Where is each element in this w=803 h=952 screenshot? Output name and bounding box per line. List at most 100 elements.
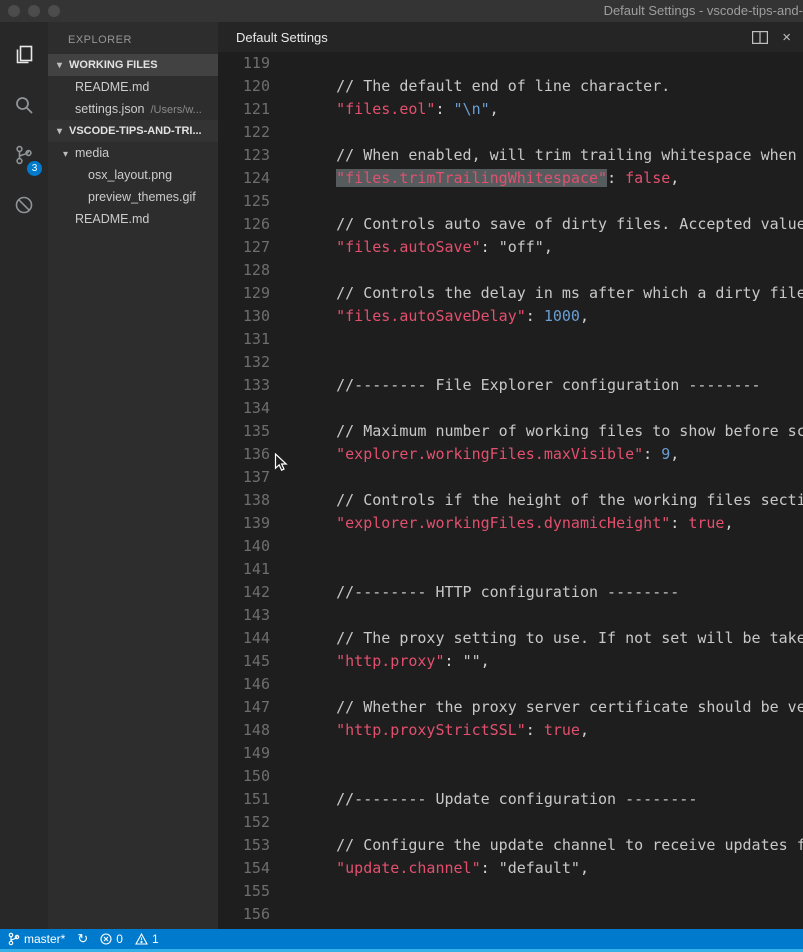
minimize-window-button[interactable]: [28, 5, 40, 17]
code-line[interactable]: 122: [218, 121, 803, 144]
line-number[interactable]: 153: [218, 834, 270, 857]
code-line[interactable]: 132: [218, 351, 803, 374]
tree-item-settings.json[interactable]: settings.json/Users/w...: [48, 98, 218, 120]
line-number[interactable]: 128: [218, 259, 270, 282]
code-line[interactable]: 138 // Controls if the height of the wor…: [218, 489, 803, 512]
code-line[interactable]: 155: [218, 880, 803, 903]
code-line[interactable]: 128: [218, 259, 803, 282]
editor-tab-label[interactable]: Default Settings: [236, 30, 328, 45]
line-number[interactable]: 137: [218, 466, 270, 489]
code-line[interactable]: 125: [218, 190, 803, 213]
line-number[interactable]: 148: [218, 719, 270, 742]
code-line[interactable]: 141: [218, 558, 803, 581]
code-line[interactable]: 133 //-------- File Explorer configurati…: [218, 374, 803, 397]
code-line[interactable]: 146: [218, 673, 803, 696]
code-line[interactable]: 137: [218, 466, 803, 489]
code-line[interactable]: 156: [218, 903, 803, 926]
line-number[interactable]: 145: [218, 650, 270, 673]
folder-section-header[interactable]: ▾ VSCODE-TIPS-AND-TRI...: [48, 120, 218, 142]
code-line[interactable]: 121 "files.eol": "\n",: [218, 98, 803, 121]
code-line[interactable]: 123 // When enabled, will trim trailing …: [218, 144, 803, 167]
sync-button[interactable]: ↻: [77, 931, 88, 947]
code-line[interactable]: 150: [218, 765, 803, 788]
code-line[interactable]: 147 // Whether the proxy server certific…: [218, 696, 803, 719]
explorer-activity-button[interactable]: [0, 32, 48, 82]
line-number[interactable]: 123: [218, 144, 270, 167]
explorer-sidebar: EXPLORER ▾ WORKING FILES README.mdsettin…: [48, 22, 218, 929]
code-line[interactable]: 144 // The proxy setting to use. If not …: [218, 627, 803, 650]
line-number[interactable]: 156: [218, 903, 270, 926]
line-number[interactable]: 152: [218, 811, 270, 834]
error-status[interactable]: 0: [100, 932, 123, 946]
line-number[interactable]: 150: [218, 765, 270, 788]
code-line[interactable]: 143: [218, 604, 803, 627]
code-line[interactable]: 124 "files.trimTrailingWhitespace": fals…: [218, 167, 803, 190]
line-number[interactable]: 142: [218, 581, 270, 604]
line-number[interactable]: 144: [218, 627, 270, 650]
line-number[interactable]: 141: [218, 558, 270, 581]
search-activity-button[interactable]: [0, 82, 48, 132]
line-number[interactable]: 124: [218, 167, 270, 190]
line-number[interactable]: 132: [218, 351, 270, 374]
line-number[interactable]: 135: [218, 420, 270, 443]
warning-status[interactable]: 1: [135, 932, 159, 946]
tree-item-README.md[interactable]: README.md: [48, 208, 218, 230]
code-line[interactable]: 136 "explorer.workingFiles.maxVisible": …: [218, 443, 803, 466]
line-number[interactable]: 151: [218, 788, 270, 811]
line-number[interactable]: 149: [218, 742, 270, 765]
line-number[interactable]: 134: [218, 397, 270, 420]
zoom-window-button[interactable]: [48, 5, 60, 17]
code-line[interactable]: 119: [218, 52, 803, 75]
line-number[interactable]: 125: [218, 190, 270, 213]
line-number[interactable]: 127: [218, 236, 270, 259]
line-number[interactable]: 126: [218, 213, 270, 236]
code-area[interactable]: 119120 // The default end of line charac…: [218, 52, 803, 929]
line-number[interactable]: 155: [218, 880, 270, 903]
line-number[interactable]: 119: [218, 52, 270, 75]
code-line[interactable]: 152: [218, 811, 803, 834]
git-activity-button[interactable]: 3: [0, 132, 48, 182]
code-line[interactable]: 120 // The default end of line character…: [218, 75, 803, 98]
code-line[interactable]: 153 // Configure the update channel to r…: [218, 834, 803, 857]
line-number[interactable]: 131: [218, 328, 270, 351]
code-line[interactable]: 142 //-------- HTTP configuration ------…: [218, 581, 803, 604]
code-line[interactable]: 127 "files.autoSave": "off",: [218, 236, 803, 259]
tree-item-preview_themes.gif[interactable]: preview_themes.gif: [48, 186, 218, 208]
code-line[interactable]: 149: [218, 742, 803, 765]
line-number[interactable]: 138: [218, 489, 270, 512]
code-line[interactable]: 154 "update.channel": "default",: [218, 857, 803, 880]
line-number[interactable]: 133: [218, 374, 270, 397]
code-line[interactable]: 151 //-------- Update configuration ----…: [218, 788, 803, 811]
line-number[interactable]: 130: [218, 305, 270, 328]
code-line[interactable]: 135 // Maximum number of working files t…: [218, 420, 803, 443]
tree-folder-media[interactable]: ▾media: [48, 142, 218, 164]
line-number[interactable]: 122: [218, 121, 270, 144]
code-line[interactable]: 140: [218, 535, 803, 558]
code-line[interactable]: 126 // Controls auto save of dirty files…: [218, 213, 803, 236]
code-line[interactable]: 130 "files.autoSaveDelay": 1000,: [218, 305, 803, 328]
code-line[interactable]: 148 "http.proxyStrictSSL": true,: [218, 719, 803, 742]
line-number[interactable]: 154: [218, 857, 270, 880]
line-number[interactable]: 147: [218, 696, 270, 719]
line-number[interactable]: 120: [218, 75, 270, 98]
code-line[interactable]: 139 "explorer.workingFiles.dynamicHeight…: [218, 512, 803, 535]
tree-item-osx_layout.png[interactable]: osx_layout.png: [48, 164, 218, 186]
line-number[interactable]: 136: [218, 443, 270, 466]
line-number[interactable]: 143: [218, 604, 270, 627]
code-line[interactable]: 145 "http.proxy": "",: [218, 650, 803, 673]
code-line[interactable]: 131: [218, 328, 803, 351]
line-number[interactable]: 146: [218, 673, 270, 696]
tree-item-README.md[interactable]: README.md: [48, 76, 218, 98]
split-editor-button[interactable]: [752, 31, 768, 44]
line-number[interactable]: 129: [218, 282, 270, 305]
working-files-section-header[interactable]: ▾ WORKING FILES: [48, 54, 218, 76]
close-window-button[interactable]: [8, 5, 20, 17]
code-line[interactable]: 129 // Controls the delay in ms after wh…: [218, 282, 803, 305]
code-line[interactable]: 134: [218, 397, 803, 420]
line-number[interactable]: 121: [218, 98, 270, 121]
close-editor-button[interactable]: ×: [782, 30, 791, 45]
line-number[interactable]: 140: [218, 535, 270, 558]
git-branch-status[interactable]: master*: [8, 932, 65, 946]
line-number[interactable]: 139: [218, 512, 270, 535]
debug-activity-button[interactable]: [0, 182, 48, 232]
